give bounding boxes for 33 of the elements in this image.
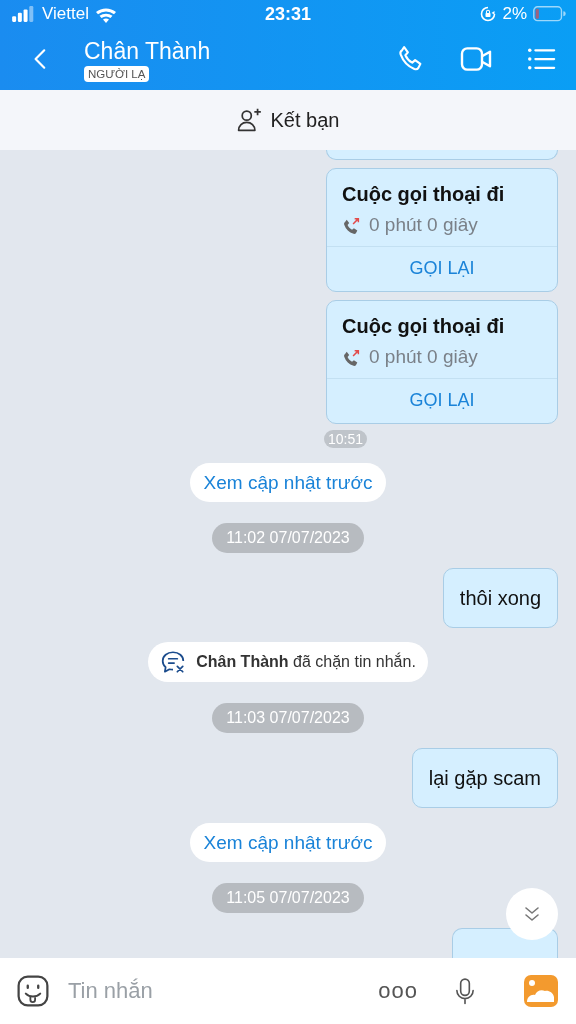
load-earlier-button[interactable]: Xem cập nhật trước bbox=[189, 823, 387, 862]
rotation-lock-icon bbox=[480, 6, 497, 22]
add-person-icon bbox=[236, 107, 263, 133]
stranger-badge: NGƯỜI LẠ bbox=[84, 65, 150, 82]
call-duration: 0 phút 0 giây bbox=[369, 214, 478, 236]
message-time: 10:51 bbox=[324, 430, 368, 448]
notice-text: Chân Thành đã chặn tin nhắn. bbox=[196, 653, 416, 671]
date-divider: 11:03 07/07/2023 bbox=[212, 703, 364, 733]
call-back-button[interactable]: GỌI LẠI bbox=[327, 247, 557, 291]
battery-percent: 2% bbox=[502, 4, 527, 24]
more-button[interactable]: ooo bbox=[378, 978, 418, 1004]
call-duration: 0 phút 0 giây bbox=[369, 346, 478, 368]
contact-name: Chân Thành bbox=[84, 36, 211, 65]
date-divider: 11:05 07/07/2023 bbox=[212, 883, 364, 913]
status-time: 23:31 bbox=[265, 3, 312, 25]
image-gallery-icon[interactable] bbox=[524, 975, 558, 1007]
message-field[interactable]: Tin nhắn bbox=[66, 977, 379, 1005]
message-bubble: lại gặp scam bbox=[411, 748, 558, 808]
call-back-button[interactable]: GỌI LẠI bbox=[327, 379, 557, 423]
call-title: Cuộc gọi thoại đi bbox=[342, 183, 506, 206]
sticker-icon[interactable] bbox=[16, 974, 50, 1008]
carrier-name: Viettel bbox=[42, 4, 89, 24]
scroll-down-button[interactable] bbox=[506, 888, 558, 940]
outgoing-call-icon bbox=[342, 347, 361, 367]
signal-icon bbox=[10, 6, 36, 22]
chat-blocked-icon bbox=[160, 649, 187, 675]
call-title: Cuộc gọi thoại đi bbox=[342, 315, 506, 338]
load-earlier-button[interactable]: Xem cập nhật trước bbox=[189, 463, 387, 502]
battery-icon bbox=[533, 6, 566, 22]
date-divider: 11:02 07/07/2023 bbox=[212, 523, 364, 553]
message-bubble: thôi xong bbox=[442, 568, 558, 628]
add-friend-button[interactable]: Kết bạn bbox=[230, 103, 346, 137]
outgoing-call-icon bbox=[342, 215, 361, 235]
